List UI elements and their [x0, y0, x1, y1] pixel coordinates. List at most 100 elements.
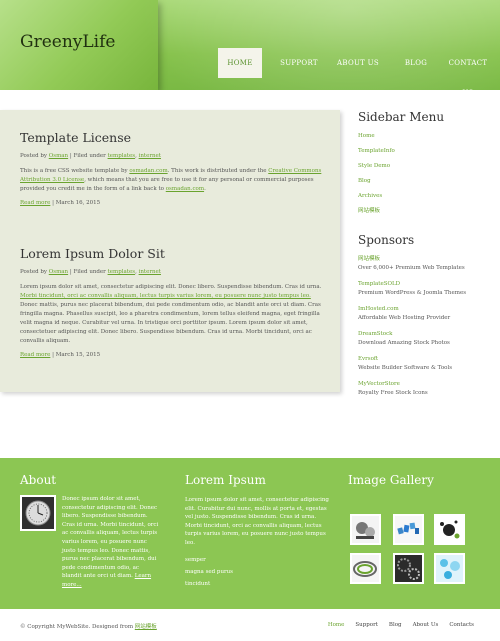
nav-support[interactable]: SUPPORT — [269, 48, 329, 78]
gallery-thumb[interactable] — [350, 514, 381, 545]
post-date: | March 15, 2015 — [52, 352, 101, 358]
sponsor-desc: Download Amazing Stock Photos — [358, 340, 450, 346]
splash-icon — [436, 516, 463, 543]
sponsor-desc: Premium WordPress & Joomla Themes — [358, 290, 467, 296]
tag-link[interactable]: templates — [108, 153, 136, 159]
footer-nav-support[interactable]: Support — [355, 622, 378, 628]
sponsor-item: 网站模板 Over 6,000+ Premium Web Templates — [358, 255, 488, 278]
post-meta: Posted by Osman | Filed under templates,… — [20, 269, 161, 275]
read-more-link[interactable]: Read more — [20, 352, 50, 358]
sponsor-item: MyVectorStore Royalty Free Stock Icons — [358, 380, 488, 403]
sponsor-link[interactable]: 网站模板 — [358, 255, 488, 264]
main-content: Template License Posted by Osman | Filed… — [0, 110, 340, 392]
post-title[interactable]: Template License — [20, 130, 325, 145]
gallery-thumb[interactable] — [393, 553, 424, 584]
lorem-links: semper magna sed purus tincidunt — [185, 556, 330, 592]
main-nav: HOME SUPPORT ABOUT US BLOG CONTACT US — [218, 48, 491, 90]
blue-flowers-icon — [436, 555, 463, 582]
tag-link[interactable]: internet — [139, 153, 161, 159]
sponsor-item: TemplateSOLD Premium WordPress & Joomla … — [358, 280, 488, 303]
meta-mid: | Filed under — [69, 269, 106, 275]
sidebar-item-archives[interactable]: Archives — [358, 192, 488, 207]
tag-link[interactable]: internet — [139, 269, 161, 275]
lorem-title: Lorem Ipsum — [185, 473, 266, 487]
footer-nav-blog[interactable]: Blog — [389, 622, 402, 628]
footer-link[interactable]: magna sed purus — [185, 568, 330, 580]
site-header: GreenyLife HOME SUPPORT ABOUT US BLOG CO… — [0, 0, 500, 90]
footer-lorem: Lorem Ipsum Lorem ipsum dolor sit amet, … — [185, 473, 330, 592]
sponsor-desc: Website Builder Software & Tools — [358, 365, 453, 371]
sidebar-item-templateinfo[interactable]: TemplateInfo — [358, 147, 488, 162]
sponsor-item: Evrsoft Website Builder Software & Tools — [358, 355, 488, 378]
sponsor-item: ImHosted.com Affordable Web Hosting Prov… — [358, 305, 488, 328]
sponsor-link[interactable]: ImHosted.com — [358, 305, 488, 314]
meta-mid: | Filed under — [69, 153, 106, 159]
sponsor-link[interactable]: Evrsoft — [358, 355, 488, 364]
blue-shapes-icon — [395, 516, 422, 543]
nav-blog[interactable]: BLOG — [389, 48, 443, 78]
footer-nav-contacts[interactable]: Contacts — [449, 622, 474, 628]
post-footer: Read more | March 16, 2015 — [20, 200, 325, 206]
gallery-title: Image Gallery — [348, 473, 434, 487]
post-meta: Posted by Osman | Filed under templates,… — [20, 153, 161, 159]
sidebar-item-templates[interactable]: 网站模板 — [358, 207, 488, 222]
abstract-image-icon — [352, 516, 379, 543]
footer-link[interactable]: tincidunt — [185, 580, 330, 592]
meta-prefix: Posted by — [20, 153, 47, 159]
read-more-link[interactable]: Read more — [20, 200, 50, 206]
copyright-link[interactable]: 网站模板 — [135, 624, 157, 630]
sponsor-link[interactable]: MyVectorStore — [358, 380, 488, 389]
post-footer: Read more | March 15, 2015 — [20, 352, 325, 358]
lorem-text: Lorem ipsum dolor sit amet, consectetur … — [185, 497, 329, 546]
logo-box: GreenyLife — [0, 0, 158, 90]
sponsors-list: 网站模板 Over 6,000+ Premium Web Templates T… — [358, 255, 488, 403]
footer-nav: Home Support Blog About Us Contacts — [317, 622, 474, 628]
gallery-thumb[interactable] — [350, 553, 381, 584]
gallery-thumb[interactable] — [393, 514, 424, 545]
sponsor-link[interactable]: DreamStock — [358, 330, 488, 339]
about-body: Donec ipsum dolor sit amet, consectetur … — [62, 496, 159, 580]
body-link[interactable]: osmadan.com — [166, 186, 204, 192]
sidebar-item-style-demo[interactable]: Style Demo — [358, 162, 488, 177]
body-text: . — [204, 186, 206, 192]
body-link[interactable]: osmadan.com — [129, 168, 167, 174]
author-link[interactable]: Osman — [49, 269, 68, 275]
clock-icon — [22, 497, 54, 529]
sponsor-item: DreamStock Download Amazing Stock Photos — [358, 330, 488, 353]
post-template-license: Template License Posted by Osman | Filed… — [20, 130, 325, 206]
post-title[interactable]: Lorem Ipsum Dolor Sit — [20, 246, 325, 261]
sidebar-menu-title: Sidebar Menu — [358, 110, 445, 124]
nav-contact-us[interactable]: CONTACT US — [445, 48, 491, 90]
sponsor-link[interactable]: TemplateSOLD — [358, 280, 488, 289]
sidebar-item-blog[interactable]: Blog — [358, 177, 488, 192]
post-body: Lorem ipsum dolor sit amet, consectetur … — [20, 283, 325, 346]
tag-link[interactable]: templates — [108, 269, 136, 275]
nav-about-us[interactable]: ABOUT US — [331, 48, 385, 78]
gallery-thumb[interactable] — [434, 514, 465, 545]
sidebar-menu: Home TemplateInfo Style Demo Blog Archiv… — [358, 132, 488, 222]
sponsor-desc: Over 6,000+ Premium Web Templates — [358, 265, 465, 271]
body-text: Lorem ipsum dolor sit amet, consectetur … — [20, 284, 322, 290]
gallery-thumb[interactable] — [434, 553, 465, 584]
nav-home[interactable]: HOME — [218, 48, 262, 78]
sponsor-desc: Royalty Free Stock Icons — [358, 390, 428, 396]
post-body: This is a free CSS website template by o… — [20, 167, 325, 194]
author-link[interactable]: Osman — [49, 153, 68, 159]
footer-nav-home[interactable]: Home — [328, 622, 345, 628]
footer-gallery: Image Gallery — [348, 473, 483, 584]
bottom-bar: © Copyright MyWebSite. Designed from 网站模… — [0, 609, 500, 641]
post-date: | March 16, 2015 — [52, 200, 101, 206]
about-text: Donec ipsum dolor sit amet, consectetur … — [62, 495, 160, 590]
about-title: About — [20, 473, 57, 487]
footer-nav-about-us[interactable]: About Us — [413, 622, 439, 628]
copyright: © Copyright MyWebSite. Designed from 网站模… — [20, 622, 157, 630]
rings-icon — [352, 555, 379, 582]
sidebar-item-home[interactable]: Home — [358, 132, 488, 147]
meta-prefix: Posted by — [20, 269, 47, 275]
gears-icon — [395, 555, 422, 582]
footer-link[interactable]: semper — [185, 556, 330, 568]
site-logo[interactable]: GreenyLife — [20, 32, 115, 52]
sponsors-title: Sponsors — [358, 233, 415, 247]
body-link[interactable]: Morbi tincidunt, orci ac convallis aliqu… — [20, 293, 311, 299]
footer-widgets: About Donec ipsum dolor sit amet, consec… — [0, 458, 500, 609]
